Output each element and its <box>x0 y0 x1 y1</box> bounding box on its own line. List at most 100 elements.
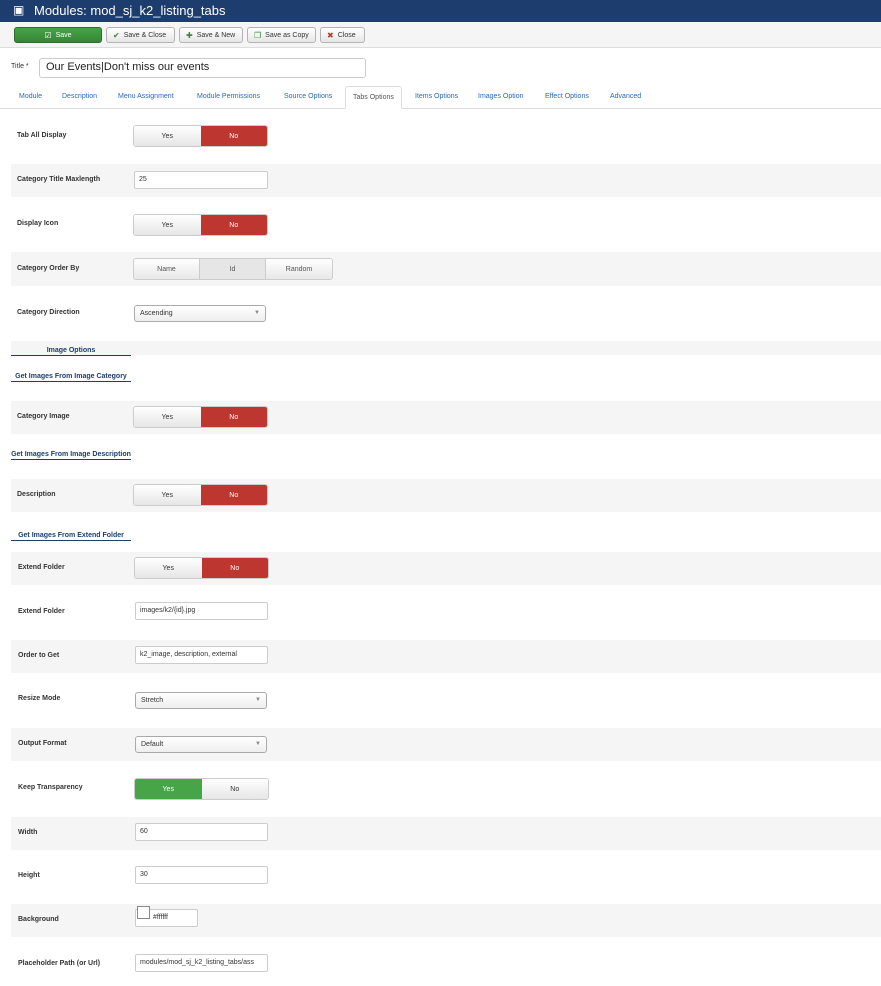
extend-folder-path-input[interactable]: images/k2/{id}.jpg <box>135 602 268 620</box>
tab-description[interactable]: Description <box>62 93 97 100</box>
row-extend-folder-path: Extend Folder images/k2/{id}.jpg <box>11 596 881 629</box>
background-label: Background <box>18 916 59 923</box>
save-close-button[interactable]: ✔ Save & Close <box>106 27 175 43</box>
tab-effect-options[interactable]: Effect Options <box>545 93 589 100</box>
category-order-by-label: Category Order By <box>17 265 80 272</box>
tab-all-display-label: Tab All Display <box>17 132 67 139</box>
title-input[interactable]: Our Events|Don't miss our events <box>39 58 366 78</box>
no-option[interactable]: No <box>201 779 268 799</box>
description-label: Description <box>17 491 56 498</box>
tab-images-option[interactable]: Images Option <box>478 93 524 100</box>
tab-tabs-options[interactable]: Tabs Options <box>345 86 402 109</box>
no-option[interactable]: No <box>200 407 267 427</box>
row-category-direction: Category Direction Ascending ▼ <box>11 297 881 330</box>
row-category-order-by: Category Order By Name Id Random <box>11 252 881 286</box>
save-button[interactable]: ☑ Save <box>14 27 102 43</box>
category-direction-select[interactable]: Ascending ▼ <box>134 305 266 322</box>
toolbar: ☑ Save ✔ Save & Close ✚ Save & New ❐ Sav… <box>0 22 881 48</box>
save-label: Save <box>55 31 72 39</box>
yes-option[interactable]: Yes <box>134 407 201 427</box>
section-from-extend-folder: Get Images From Extend Folder <box>11 532 131 541</box>
tab-advanced[interactable]: Advanced <box>610 93 641 100</box>
color-swatch-icon[interactable] <box>137 906 150 919</box>
width-input[interactable]: 60 <box>135 823 268 841</box>
save-new-button[interactable]: ✚ Save & New <box>179 27 243 43</box>
tab-menu-assignment[interactable]: Menu Assignment <box>118 93 174 100</box>
category-title-maxlength-label: Category Title Maxlength <box>17 176 101 183</box>
section-from-image-description: Get Images From Image Description <box>11 451 131 460</box>
chevron-down-icon: ▼ <box>255 697 261 703</box>
save-new-label: Save & New <box>196 31 236 39</box>
height-label: Height <box>18 872 40 879</box>
save-copy-button[interactable]: ❐ Save as Copy <box>247 27 316 43</box>
category-direction-label: Category Direction <box>17 309 80 316</box>
save-close-label: Save & Close <box>123 31 167 39</box>
height-input[interactable]: 30 <box>135 866 268 884</box>
section-image-options: Image Options <box>11 347 131 356</box>
order-random-option[interactable]: Random <box>266 259 332 279</box>
extend-folder-toggle[interactable]: Yes No <box>134 557 269 579</box>
placeholder-path-input[interactable]: modules/mod_sj_k2_listing_tabs/ass <box>135 954 268 972</box>
close-label: Close <box>337 31 356 39</box>
category-title-maxlength-input[interactable]: 25 <box>134 171 268 189</box>
no-option[interactable]: No <box>200 126 267 146</box>
app-header: ▣ Modules: mod_sj_k2_listing_tabs <box>0 0 881 22</box>
tab-module[interactable]: Module <box>19 93 42 100</box>
row-tab-all-display: Tab All Display Yes No <box>11 120 881 152</box>
resize-mode-label: Resize Mode <box>18 695 61 702</box>
page-title: Modules: mod_sj_k2_listing_tabs <box>34 3 226 18</box>
cube-icon: ▣ <box>13 3 25 17</box>
check-icon: ✔ <box>113 30 120 40</box>
row-placeholder-path: Placeholder Path (or Url) modules/mod_sj… <box>11 948 881 981</box>
yes-option[interactable]: Yes <box>134 126 201 146</box>
order-to-get-input[interactable]: k2_image, description, external <box>135 646 268 664</box>
copy-icon: ❐ <box>254 30 262 40</box>
title-label: Title * <box>11 63 29 70</box>
order-name-option[interactable]: Name <box>134 259 200 279</box>
row-width: Width 60 <box>11 817 881 850</box>
tab-bar: Module Description Menu Assignment Modul… <box>0 86 881 109</box>
display-icon-label: Display Icon <box>17 220 59 227</box>
save-copy-label: Save as Copy <box>265 31 309 39</box>
row-resize-mode: Resize Mode Stretch ▼ <box>11 684 881 717</box>
no-option[interactable]: No <box>200 485 267 505</box>
placeholder-path-label: Placeholder Path (or Url) <box>18 960 101 967</box>
category-image-toggle[interactable]: Yes No <box>133 406 268 428</box>
row-image-options-header <box>11 341 881 355</box>
plus-icon: ✚ <box>186 30 193 40</box>
row-category-title-maxlength: Category Title Maxlength 25 <box>11 164 881 197</box>
no-option[interactable]: No <box>201 558 268 578</box>
section-from-image-category: Get Images From Image Category <box>11 373 131 382</box>
row-keep-transparency: Keep Transparency Yes No <box>11 772 881 805</box>
close-icon: ✖ <box>327 30 334 40</box>
tab-source-options[interactable]: Source Options <box>284 93 332 100</box>
order-id-option[interactable]: Id <box>200 259 266 279</box>
order-to-get-label: Order to Get <box>18 652 60 659</box>
description-toggle[interactable]: Yes No <box>133 484 268 506</box>
row-order-to-get: Order to Get k2_image, description, exte… <box>11 640 881 673</box>
output-format-label: Output Format <box>18 740 67 747</box>
output-format-value: Default <box>141 741 164 748</box>
row-height: Height 30 <box>11 860 881 893</box>
yes-option[interactable]: Yes <box>135 558 202 578</box>
no-option[interactable]: No <box>200 215 267 235</box>
tab-all-display-toggle[interactable]: Yes No <box>133 125 268 147</box>
display-icon-toggle[interactable]: Yes No <box>133 214 268 236</box>
row-display-icon: Display Icon Yes No <box>11 208 881 241</box>
yes-option[interactable]: Yes <box>134 485 201 505</box>
resize-mode-select[interactable]: Stretch ▼ <box>135 692 267 709</box>
tab-module-permissions[interactable]: Module Permissions <box>197 93 260 100</box>
keep-transparency-toggle[interactable]: Yes No <box>134 778 269 800</box>
category-order-by-segmented[interactable]: Name Id Random <box>133 258 333 280</box>
width-label: Width <box>18 829 38 836</box>
row-description: Description Yes No <box>11 479 881 512</box>
category-direction-value: Ascending <box>140 310 173 317</box>
save-icon: ☑ <box>44 30 52 40</box>
row-output-format: Output Format Default ▼ <box>11 728 881 761</box>
yes-option[interactable]: Yes <box>135 779 202 799</box>
resize-mode-value: Stretch <box>141 697 164 704</box>
output-format-select[interactable]: Default ▼ <box>135 736 267 753</box>
yes-option[interactable]: Yes <box>134 215 201 235</box>
close-button[interactable]: ✖ Close <box>320 27 365 43</box>
tab-items-options[interactable]: Items Options <box>415 93 458 100</box>
